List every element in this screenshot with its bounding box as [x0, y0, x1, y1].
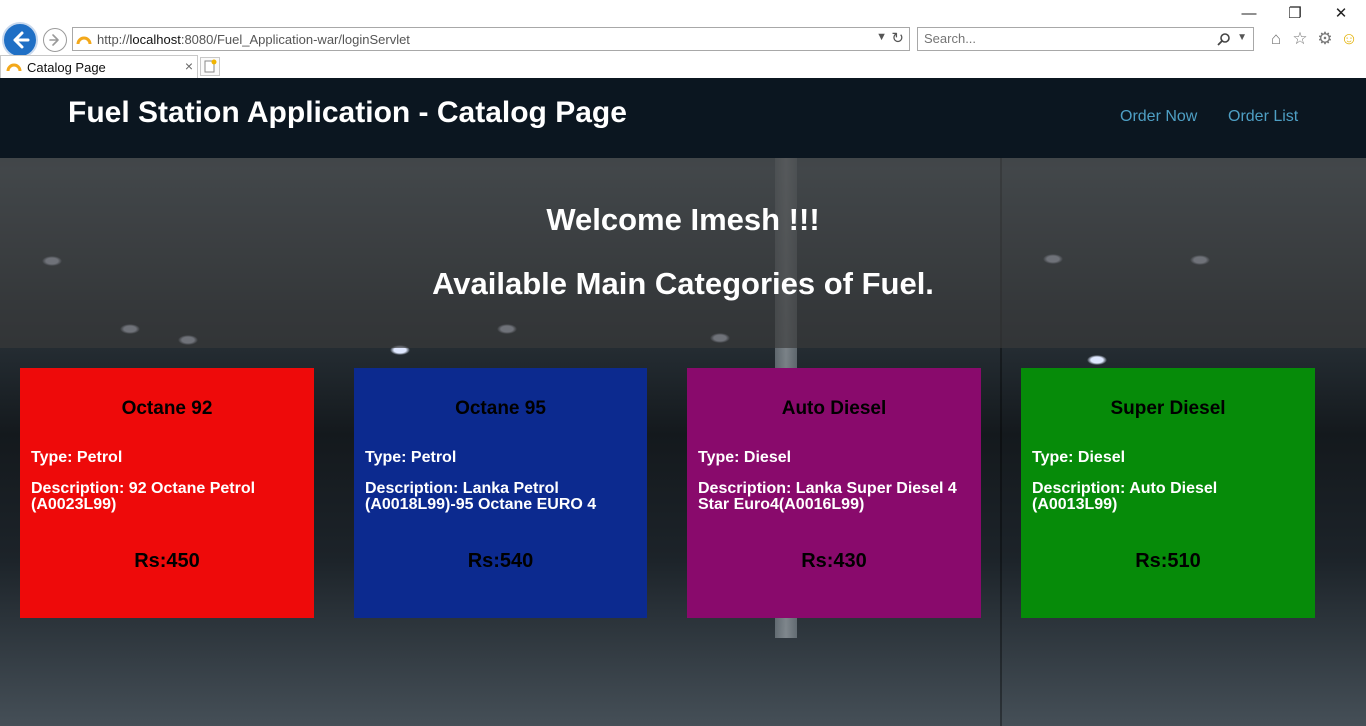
address-url: http://localhost:8080/Fuel_Application-w… — [97, 32, 410, 47]
search-box[interactable]: ▼ — [917, 27, 1254, 51]
nav-order-list-link[interactable]: Order List — [1228, 108, 1298, 126]
fuel-name: Super Diesel — [1110, 398, 1226, 419]
back-button[interactable] — [2, 22, 38, 58]
new-tab-button[interactable] — [200, 57, 220, 76]
tab-loading-icon — [6, 63, 22, 72]
fuel-price: Rs:540 — [467, 550, 534, 572]
fuel-description: Description: 92 Octane Petrol (A0023L99) — [31, 480, 256, 513]
fuel-name: Octane 92 — [121, 398, 213, 419]
tab-title: Catalog Page — [27, 60, 106, 75]
restore-icon[interactable]: ❐ — [1272, 4, 1318, 24]
fuel-type: Type: Diesel — [698, 449, 792, 466]
new-tab-icon — [204, 59, 217, 73]
fuel-type: Type: Diesel — [1032, 449, 1126, 466]
smiley-feedback-icon[interactable]: ☺ — [1339, 29, 1359, 49]
top-navbar: Fuel Station Application - Catalog Page … — [0, 78, 1366, 158]
fuel-price: Rs:510 — [1135, 550, 1201, 572]
home-icon[interactable]: ⌂ — [1266, 29, 1286, 49]
favorites-star-icon[interactable]: ☆ — [1290, 29, 1310, 49]
address-bar[interactable]: http://localhost:8080/Fuel_Application-w… — [72, 27, 910, 51]
fuel-description: Description: Lanka Super Diesel 4 Star E… — [698, 480, 957, 513]
close-window-icon[interactable]: ✕ — [1318, 4, 1364, 24]
welcome-heading: Welcome Imesh !!! — [546, 202, 820, 237]
fuel-name: Auto Diesel — [781, 398, 887, 419]
back-arrow-icon — [13, 31, 30, 49]
fuel-card-octane-95[interactable]: Octane 95 Type: Petrol Description: Lank… — [354, 368, 647, 618]
tab-catalog-page[interactable]: Catalog Page × — [0, 55, 198, 78]
forward-arrow-icon — [49, 34, 59, 46]
fuel-name: Octane 95 — [455, 398, 546, 419]
search-input[interactable] — [924, 31, 1204, 46]
minimize-icon[interactable]: — — [1226, 4, 1272, 24]
browser-chrome: — ❐ ✕ http://localhost:8080/Fuel_Applica… — [0, 0, 1366, 78]
search-dropdown-icon[interactable]: ▼ — [1237, 32, 1247, 43]
search-icon[interactable] — [1217, 32, 1231, 46]
fuel-description: Description: Lanka Petrol (A0018L99)-95 … — [365, 480, 597, 513]
fuel-card-octane-92[interactable]: Octane 92 Type: Petrol Description: 92 O… — [20, 368, 314, 618]
hero-banner: Welcome Imesh !!! Available Main Categor… — [0, 158, 1366, 348]
forward-button[interactable] — [43, 28, 67, 52]
page-loading-icon — [76, 36, 92, 45]
categories-heading: Available Main Categories of Fuel. — [432, 266, 934, 301]
fuel-price: Rs:430 — [801, 550, 867, 572]
site-title: Fuel Station Application - Catalog Page — [68, 96, 627, 129]
fuel-description: Description: Auto Diesel (A0013L99) — [1032, 480, 1218, 513]
nav-order-now-link[interactable]: Order Now — [1120, 108, 1197, 126]
tab-close-icon[interactable]: × — [185, 58, 193, 74]
address-dropdown-icon[interactable]: ▼ — [876, 31, 887, 43]
fuel-card-auto-diesel[interactable]: Auto Diesel Type: Diesel Description: La… — [687, 368, 981, 618]
settings-gear-icon[interactable]: ⚙ — [1315, 29, 1335, 49]
fuel-card-super-diesel[interactable]: Super Diesel Type: Diesel Description: A… — [1021, 368, 1315, 618]
fuel-type: Type: Petrol — [31, 449, 123, 466]
page-viewport: Fuel Station Application - Catalog Page … — [0, 78, 1366, 726]
fuel-price: Rs:450 — [134, 550, 200, 572]
refresh-icon[interactable]: ↻ — [891, 29, 904, 47]
fuel-type: Type: Petrol — [365, 449, 457, 466]
